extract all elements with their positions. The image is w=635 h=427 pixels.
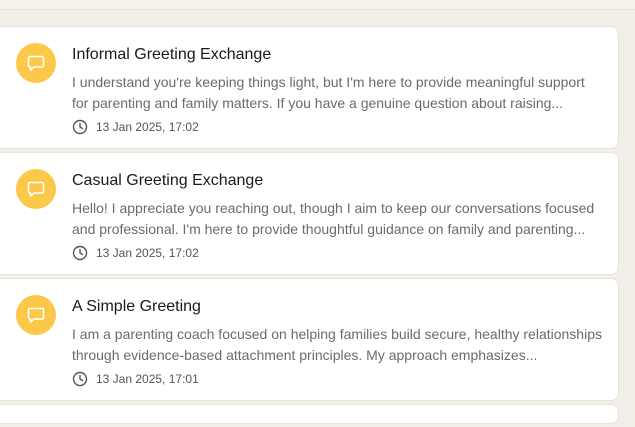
clock-icon <box>72 245 88 261</box>
conversation-card[interactable]: A Simple Greeting I am a parenting coach… <box>0 278 619 401</box>
conversation-list: Informal Greeting Exchange I understand … <box>0 26 619 427</box>
conversation-card-partial[interactable] <box>0 404 619 424</box>
conversation-excerpt: Hello! I appreciate you reaching out, th… <box>72 200 595 237</box>
clock-icon <box>72 119 88 135</box>
conversation-card[interactable]: Casual Greeting Exchange Hello! I apprec… <box>0 152 619 275</box>
conversation-excerpt: I am a parenting coach focused on helpin… <box>72 326 602 363</box>
conversation-timestamp: 13 Jan 2025, 17:02 <box>96 120 199 134</box>
conversation-excerpt: I understand you're keeping things light… <box>72 74 585 111</box>
conversation-timestamp: 13 Jan 2025, 17:02 <box>96 246 199 260</box>
top-header-band <box>0 0 635 10</box>
conversation-timestamp: 13 Jan 2025, 17:01 <box>96 372 199 386</box>
conversation-title: Casual Greeting Exchange <box>72 172 264 189</box>
clock-icon <box>72 371 88 387</box>
conversation-card[interactable]: Informal Greeting Exchange I understand … <box>0 26 619 149</box>
chat-bubble-icon <box>16 295 56 335</box>
chat-bubble-icon <box>16 169 56 209</box>
conversation-meta: 13 Jan 2025, 17:02 <box>72 245 199 261</box>
chat-bubble-icon <box>16 43 56 83</box>
conversation-title: Informal Greeting Exchange <box>72 46 272 63</box>
conversation-title: A Simple Greeting <box>72 298 201 315</box>
conversation-meta: 13 Jan 2025, 17:01 <box>72 371 199 387</box>
conversation-meta: 13 Jan 2025, 17:02 <box>72 119 199 135</box>
